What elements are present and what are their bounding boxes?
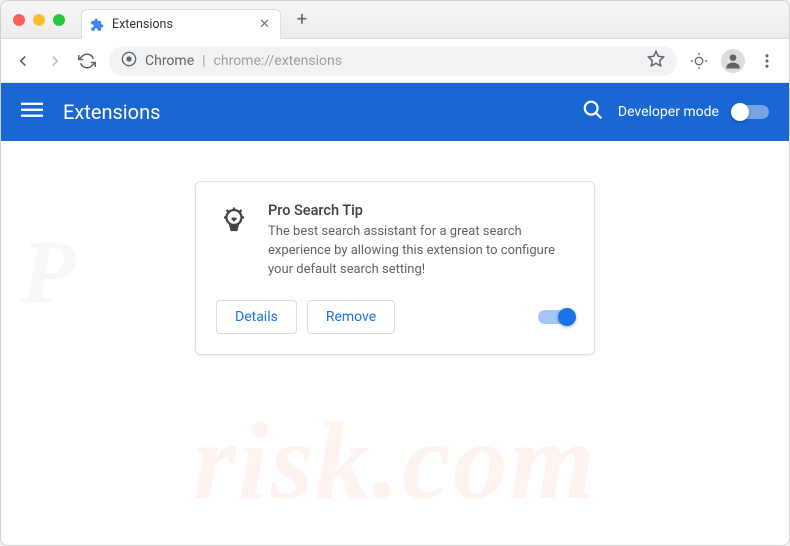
minimize-window-button[interactable] (33, 14, 45, 26)
profile-avatar[interactable] (721, 49, 745, 73)
extension-card: Pro Search Tip The best search assistant… (195, 181, 595, 355)
extension-name: Pro Search Tip (268, 202, 574, 219)
maximize-window-button[interactable] (53, 14, 65, 26)
extension-enable-toggle[interactable] (538, 310, 574, 324)
extension-description: The best search assistant for a great se… (268, 223, 574, 280)
hamburger-menu-button[interactable] (21, 99, 43, 125)
developer-mode-label: Developer mode (618, 104, 719, 120)
close-tab-button[interactable]: ✕ (259, 17, 270, 32)
tab-title: Extensions (112, 17, 251, 32)
puzzle-icon (90, 17, 104, 31)
close-window-button[interactable] (13, 14, 25, 26)
watermark-text: risk.com (1, 398, 789, 525)
watermark-fragment: P (21, 221, 76, 324)
titlebar: Extensions ✕ + (1, 1, 789, 39)
browser-tab[interactable]: Extensions ✕ (81, 9, 281, 39)
star-icon[interactable] (647, 50, 665, 72)
browser-window: Extensions ✕ + Chrome | chrome://extensi… (0, 0, 790, 546)
extensions-header: Extensions Developer mode (1, 83, 789, 141)
url-scheme-label: Chrome (145, 53, 194, 69)
developer-mode-toggle[interactable] (733, 105, 769, 119)
window-controls (13, 14, 65, 26)
address-bar[interactable]: Chrome | chrome://extensions (109, 46, 677, 76)
url-text: chrome://extensions (214, 53, 342, 69)
extension-indicator-icon[interactable] (689, 51, 709, 71)
browser-toolbar: Chrome | chrome://extensions (1, 39, 789, 83)
chrome-icon (121, 51, 137, 71)
lightbulb-icon (216, 202, 252, 238)
page-content: Extensions Developer mode P (1, 83, 789, 545)
extensions-list: P (1, 141, 789, 545)
back-button[interactable] (13, 51, 33, 71)
reload-button[interactable] (77, 51, 97, 71)
search-button[interactable] (582, 99, 604, 125)
details-button[interactable]: Details (216, 300, 297, 334)
remove-button[interactable]: Remove (307, 300, 395, 334)
new-tab-button[interactable]: + (287, 5, 317, 35)
page-title: Extensions (63, 100, 562, 124)
kebab-menu-button[interactable] (757, 51, 777, 71)
forward-button[interactable] (45, 51, 65, 71)
